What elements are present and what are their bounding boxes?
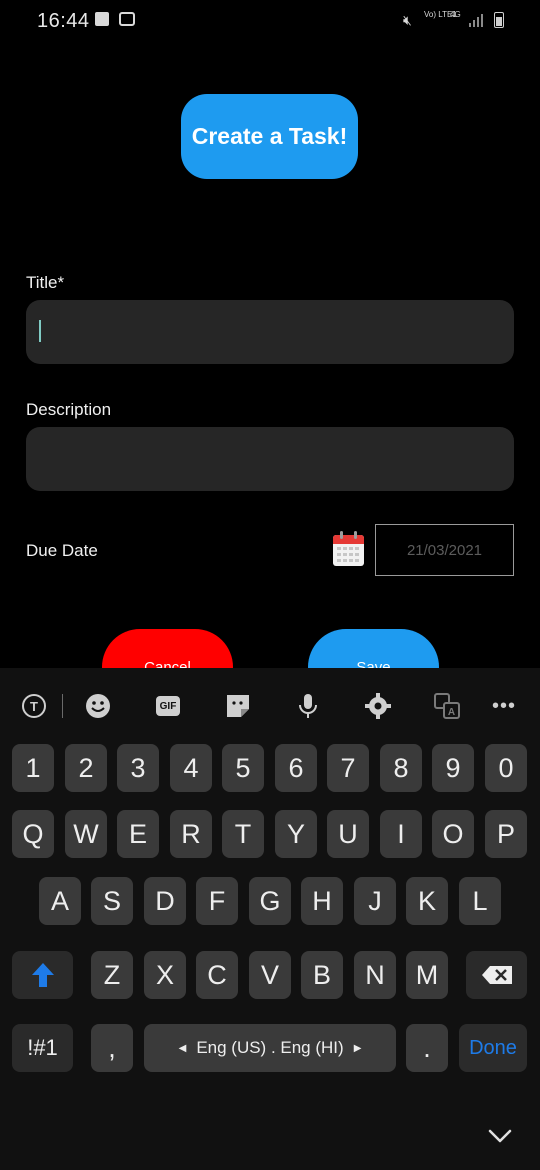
network-type-indicator: 4G <box>450 10 461 19</box>
key-l[interactable]: L <box>459 877 501 925</box>
microphone-icon[interactable] <box>294 692 322 720</box>
description-input[interactable] <box>26 427 514 491</box>
on-screen-keyboard: T GIF A ••• 1 2 3 4 5 6 7 8 9 0 Q W E R … <box>0 668 540 1170</box>
title-input[interactable] <box>26 300 514 364</box>
key-e[interactable]: E <box>117 810 159 858</box>
language-left-arrow-icon: ◀ <box>178 1042 187 1054</box>
key-s[interactable]: S <box>91 877 133 925</box>
calendar-icon[interactable] <box>332 531 365 567</box>
text-mode-icon[interactable]: T <box>20 692 48 720</box>
key-i[interactable]: I <box>380 810 422 858</box>
key-p[interactable]: P <box>485 810 527 858</box>
key-u[interactable]: U <box>327 810 369 858</box>
key-6[interactable]: 6 <box>275 744 317 792</box>
key-y[interactable]: Y <box>275 810 317 858</box>
key-v[interactable]: V <box>249 951 291 999</box>
toolbar-divider <box>62 694 63 718</box>
svg-text:T: T <box>30 699 38 714</box>
done-key[interactable]: Done <box>459 1024 527 1072</box>
battery-icon <box>494 12 504 28</box>
translate-icon[interactable]: A <box>433 692 461 720</box>
settings-gear-icon[interactable] <box>364 692 392 720</box>
language-right-arrow-icon: ▶ <box>353 1042 362 1054</box>
key-a[interactable]: A <box>39 877 81 925</box>
key-m[interactable]: M <box>406 951 448 999</box>
key-k[interactable]: K <box>406 877 448 925</box>
key-c[interactable]: C <box>196 951 238 999</box>
period-key[interactable]: . <box>406 1024 448 1072</box>
key-x[interactable]: X <box>144 951 186 999</box>
title-label: Title* <box>26 273 65 292</box>
key-f[interactable]: F <box>196 877 238 925</box>
signal-icon <box>469 14 483 27</box>
description-label: Description <box>26 400 112 419</box>
space-key[interactable]: ◀ Eng (US) . Eng (HI) ▶ <box>144 1024 396 1072</box>
task-notification-icon <box>95 12 109 26</box>
comma-key[interactable]: , <box>91 1024 133 1072</box>
key-o[interactable]: O <box>432 810 474 858</box>
backspace-icon <box>481 966 512 984</box>
gif-icon[interactable]: GIF <box>156 696 180 716</box>
due-date-field[interactable]: 21/03/2021 <box>375 524 514 576</box>
key-1[interactable]: 1 <box>12 744 54 792</box>
key-8[interactable]: 8 <box>380 744 422 792</box>
key-r[interactable]: R <box>170 810 212 858</box>
key-q[interactable]: Q <box>12 810 54 858</box>
due-date-label: Due Date <box>26 541 98 560</box>
key-9[interactable]: 9 <box>432 744 474 792</box>
symbols-key[interactable]: !#1 <box>12 1024 73 1072</box>
key-w[interactable]: W <box>65 810 107 858</box>
key-z[interactable]: Z <box>91 951 133 999</box>
key-j[interactable]: J <box>354 877 396 925</box>
sticker-icon[interactable] <box>224 692 252 720</box>
more-options-icon[interactable]: ••• <box>490 692 518 720</box>
hide-keyboard-chevron-icon[interactable] <box>485 1124 515 1148</box>
wifi-icon <box>119 12 135 26</box>
key-t[interactable]: T <box>222 810 264 858</box>
status-time: 16:44 <box>37 10 90 32</box>
key-4[interactable]: 4 <box>170 744 212 792</box>
key-n[interactable]: N <box>354 951 396 999</box>
key-5[interactable]: 5 <box>222 744 264 792</box>
key-3[interactable]: 3 <box>117 744 159 792</box>
shift-key[interactable] <box>12 951 73 999</box>
svg-text:A: A <box>448 707 455 718</box>
text-caret <box>39 320 41 342</box>
key-0[interactable]: 0 <box>485 744 527 792</box>
key-h[interactable]: H <box>301 877 343 925</box>
backspace-key[interactable] <box>466 951 527 999</box>
key-b[interactable]: B <box>301 951 343 999</box>
create-task-button[interactable]: Create a Task! <box>181 94 358 179</box>
space-key-label: Eng (US) . Eng (HI) <box>196 1038 344 1057</box>
key-g[interactable]: G <box>249 877 291 925</box>
key-2[interactable]: 2 <box>65 744 107 792</box>
shift-arrow-icon <box>31 963 54 987</box>
key-7[interactable]: 7 <box>327 744 369 792</box>
key-d[interactable]: D <box>144 877 186 925</box>
status-bar: 16:44 🔇︎ Vo) LTE1 4G <box>0 0 540 44</box>
emoji-icon[interactable] <box>84 692 112 720</box>
keyboard-toolbar: T GIF A ••• <box>0 668 540 740</box>
mute-icon: 🔇︎ <box>403 12 412 28</box>
